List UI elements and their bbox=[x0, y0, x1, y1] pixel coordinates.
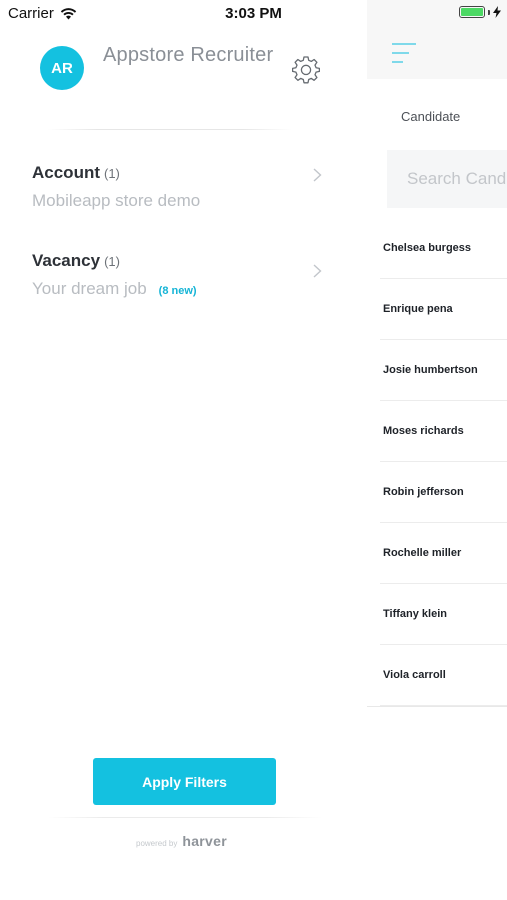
battery-icon bbox=[459, 6, 485, 18]
new-count-badge: (8 new) bbox=[158, 285, 197, 297]
profile-name: Appstore Recruiter bbox=[103, 44, 274, 66]
avatar: AR bbox=[40, 46, 84, 90]
filter-vacancy[interactable]: Vacancy (1) Your dream job (8 new) bbox=[32, 251, 332, 299]
candidate-row[interactable]: Josie humbertson bbox=[380, 340, 507, 401]
candidate-row[interactable]: Tiffany klein bbox=[380, 584, 507, 645]
header-divider bbox=[48, 129, 292, 130]
brand-logo: harver bbox=[182, 833, 227, 849]
candidate-row[interactable]: Moses richards bbox=[380, 401, 507, 462]
candidate-row[interactable]: Chelsea burgess bbox=[380, 218, 507, 279]
powered-by-label: powered by bbox=[136, 839, 178, 848]
apply-filters-button[interactable]: Apply Filters bbox=[93, 758, 276, 805]
battery-level bbox=[461, 8, 483, 16]
gear-icon[interactable] bbox=[292, 56, 320, 84]
filter-drawer: AR Appstore Recruiter Account (1) Mobilea… bbox=[0, 0, 367, 900]
search-candidates-input[interactable] bbox=[387, 150, 507, 208]
powered-by-footer: powered by harver bbox=[136, 833, 227, 849]
filter-account[interactable]: Account (1) Mobileapp store demo bbox=[32, 163, 332, 211]
candidate-row[interactable]: Enrique pena bbox=[380, 279, 507, 340]
candidate-row[interactable]: Robin jefferson bbox=[380, 462, 507, 523]
battery-indicator bbox=[459, 6, 501, 18]
chevron-right-icon bbox=[313, 168, 322, 182]
battery-tip bbox=[488, 9, 490, 15]
hamburger-menu-icon[interactable] bbox=[392, 41, 418, 65]
candidate-row[interactable]: Rochelle miller bbox=[380, 523, 507, 584]
filter-title: Vacancy bbox=[32, 251, 101, 270]
charging-bolt-icon bbox=[493, 6, 501, 18]
status-bar: Carrier 3:03 PM bbox=[0, 0, 507, 28]
filter-count: (1) bbox=[104, 166, 120, 181]
chevron-right-icon bbox=[313, 264, 322, 278]
candidate-panel: Candidate Chelsea burgessEnrique penaJos… bbox=[367, 0, 507, 900]
candidate-list: Chelsea burgess Enrique pena Josie humbert… bbox=[380, 218, 507, 706]
filter-title: Account bbox=[32, 163, 100, 182]
footer-divider bbox=[48, 817, 322, 818]
filter-subtitle: Mobileapp store demo bbox=[32, 191, 201, 210]
section-label: Candidate bbox=[401, 109, 461, 124]
candidate-row[interactable]: Viola carroll bbox=[380, 645, 507, 706]
list-end-divider bbox=[367, 706, 507, 707]
status-time: 3:03 PM bbox=[225, 5, 282, 22]
filter-subtitle: Your dream job bbox=[32, 279, 147, 298]
filter-count: (1) bbox=[104, 254, 120, 269]
app-screen: Carrier 3:03 PM Candidate Search Candida… bbox=[0, 0, 507, 900]
